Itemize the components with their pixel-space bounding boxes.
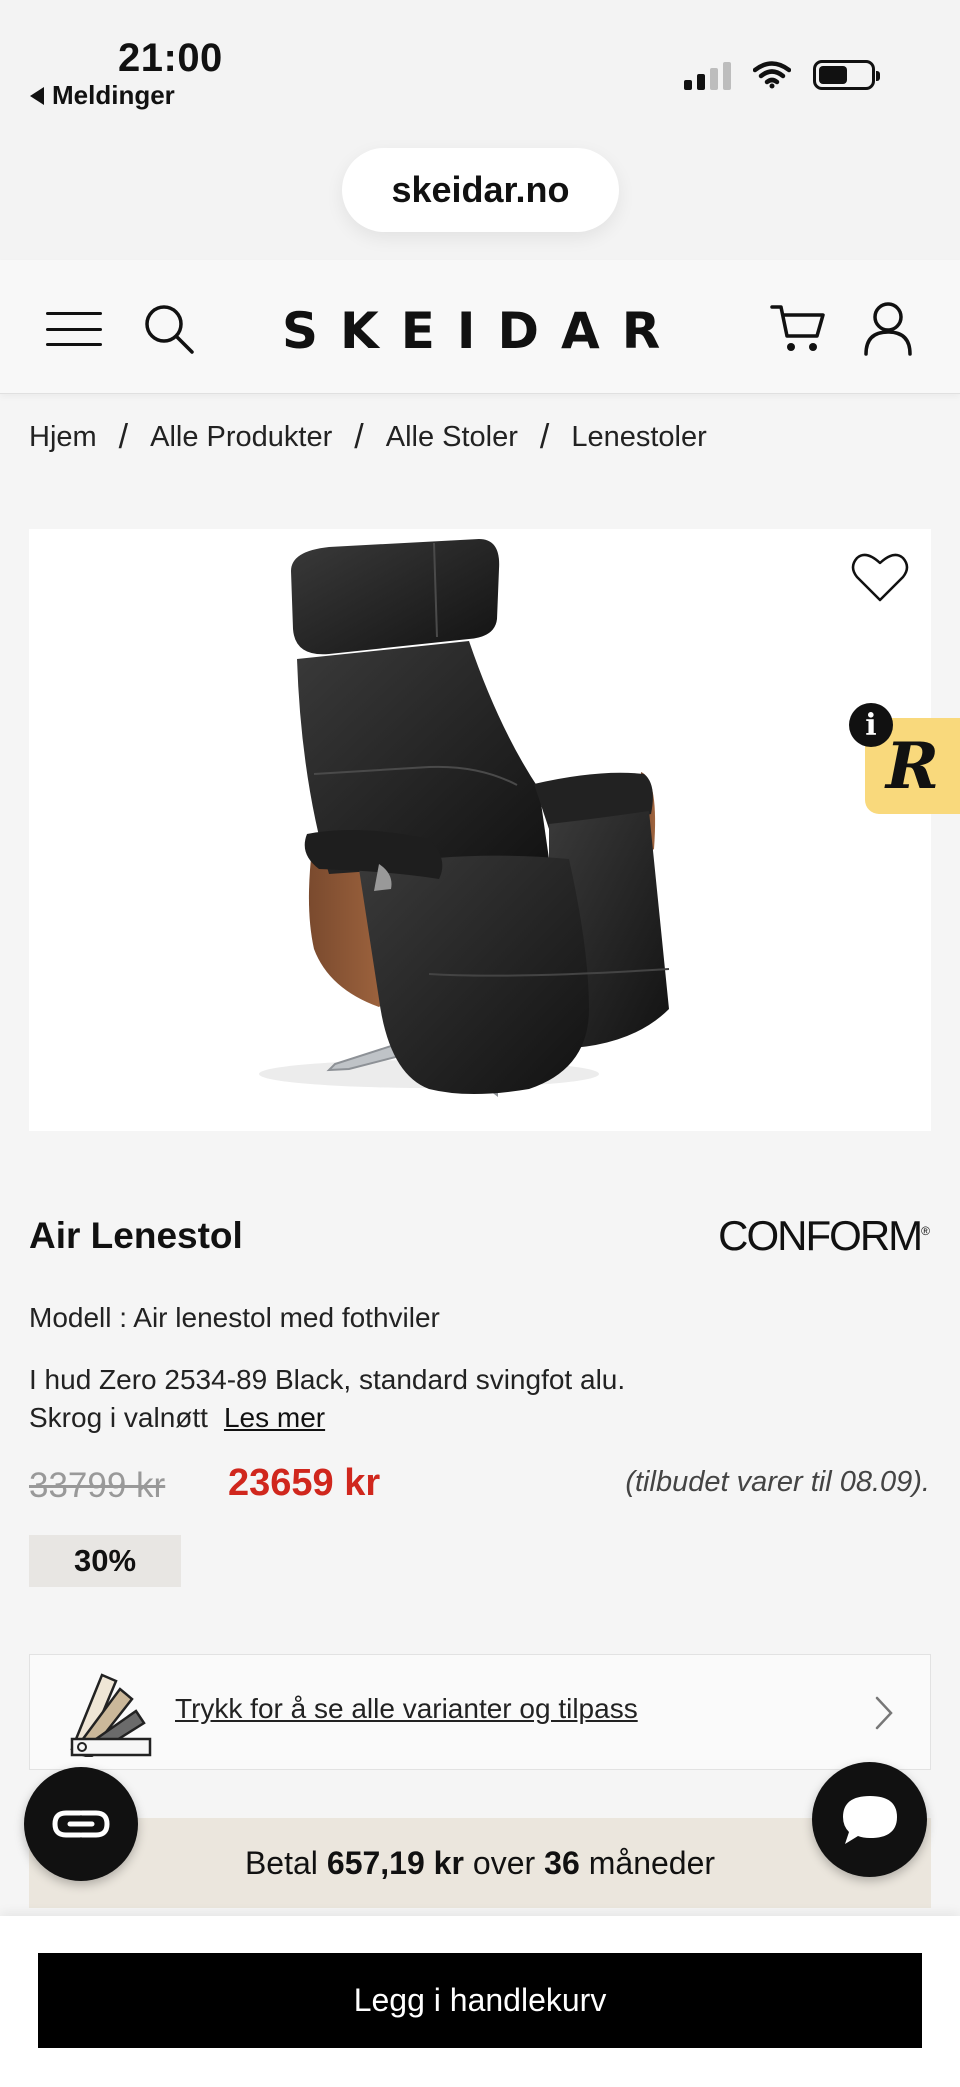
armchair-illustration xyxy=(259,539,670,1097)
installment-middle: over xyxy=(472,1844,536,1881)
installment-prefix: Betal xyxy=(244,1844,318,1881)
description-line-1: I hud Zero 2534-89 Black, standard sving… xyxy=(29,1364,626,1395)
breadcrumb-home[interactable]: Hjem xyxy=(29,421,97,454)
discount-badge: 30% xyxy=(29,1535,181,1587)
offer-validity-note: (tilbudet varer til 08.09). xyxy=(625,1466,930,1498)
swatch-fan-icon xyxy=(70,1673,152,1757)
variants-link-label[interactable]: Trykk for å se alle varianter og tilpass xyxy=(175,1693,638,1725)
breadcrumb-armchairs[interactable]: Lenestoler xyxy=(571,421,706,454)
menu-icon[interactable] xyxy=(46,312,102,346)
chevron-right-icon xyxy=(875,1696,893,1730)
read-more-link[interactable]: Les mer xyxy=(224,1402,325,1433)
site-header: SKEIDAR xyxy=(0,260,960,394)
chat-button[interactable] xyxy=(812,1762,927,1877)
cobrowse-button[interactable] xyxy=(24,1767,138,1881)
variants-link-row[interactable]: Trykk for å se alle varianter og tilpass xyxy=(29,1654,931,1770)
status-time: 21:00 xyxy=(118,36,223,80)
installment-amount: 657,19 kr xyxy=(326,1844,464,1881)
status-icons xyxy=(684,60,880,90)
back-to-app-link[interactable]: Meldinger xyxy=(30,80,175,111)
breadcrumb-all-products[interactable]: Alle Produkter xyxy=(150,421,332,454)
browser-url-area: skeidar.no xyxy=(0,140,960,260)
add-to-cart-button[interactable]: Legg i handlekurv xyxy=(38,1953,922,2048)
back-app-label: Meldinger xyxy=(52,80,175,110)
wishlist-heart-icon[interactable] xyxy=(851,551,909,603)
search-icon[interactable] xyxy=(142,302,196,356)
chat-icon xyxy=(842,1795,897,1844)
url-bar[interactable]: skeidar.no xyxy=(342,148,619,232)
installment-banner[interactable]: Betal 657,19 kr over 36 måneder xyxy=(29,1818,931,1908)
site-logo[interactable]: SKEIDAR xyxy=(282,302,682,360)
user-icon[interactable] xyxy=(862,300,914,356)
product-description: I hud Zero 2534-89 Black, standard sving… xyxy=(29,1361,909,1437)
product-image[interactable] xyxy=(29,529,931,1131)
product-title: Air Lenestol xyxy=(29,1215,243,1256)
breadcrumb-all-chairs[interactable]: Alle Stoler xyxy=(386,421,518,454)
cobrowse-icon xyxy=(52,1810,110,1838)
back-triangle-icon xyxy=(30,86,44,105)
breadcrumb-separator: / xyxy=(354,418,364,456)
breadcrumb-separator: / xyxy=(539,418,550,456)
breadcrumb: Hjem / Alle Produkter / Alle Stoler / Le… xyxy=(29,418,707,457)
status-bar: 21:00 Meldinger xyxy=(0,0,960,140)
wifi-icon xyxy=(753,61,791,89)
original-price: 33799 kr xyxy=(29,1466,166,1505)
installment-months: 36 xyxy=(544,1844,580,1881)
brand-logo[interactable]: CONFORM® xyxy=(718,1212,930,1260)
info-icon[interactable]: i xyxy=(849,703,893,747)
breadcrumb-separator: / xyxy=(118,418,129,456)
cart-icon[interactable] xyxy=(770,302,826,354)
registered-mark: ® xyxy=(921,1224,930,1238)
product-model: Modell : Air lenestol med fothviler xyxy=(29,1302,440,1333)
cellular-signal-icon xyxy=(684,60,731,90)
bottom-cart-bar: Legg i handlekurv xyxy=(0,1916,960,2087)
battery-icon xyxy=(813,60,880,90)
sale-price: 23659 kr xyxy=(228,1462,381,1504)
brand-name: CONFORM xyxy=(718,1212,923,1259)
description-line-2: Skrog i valnøtt xyxy=(29,1402,208,1433)
installment-suffix: måneder xyxy=(588,1844,716,1881)
